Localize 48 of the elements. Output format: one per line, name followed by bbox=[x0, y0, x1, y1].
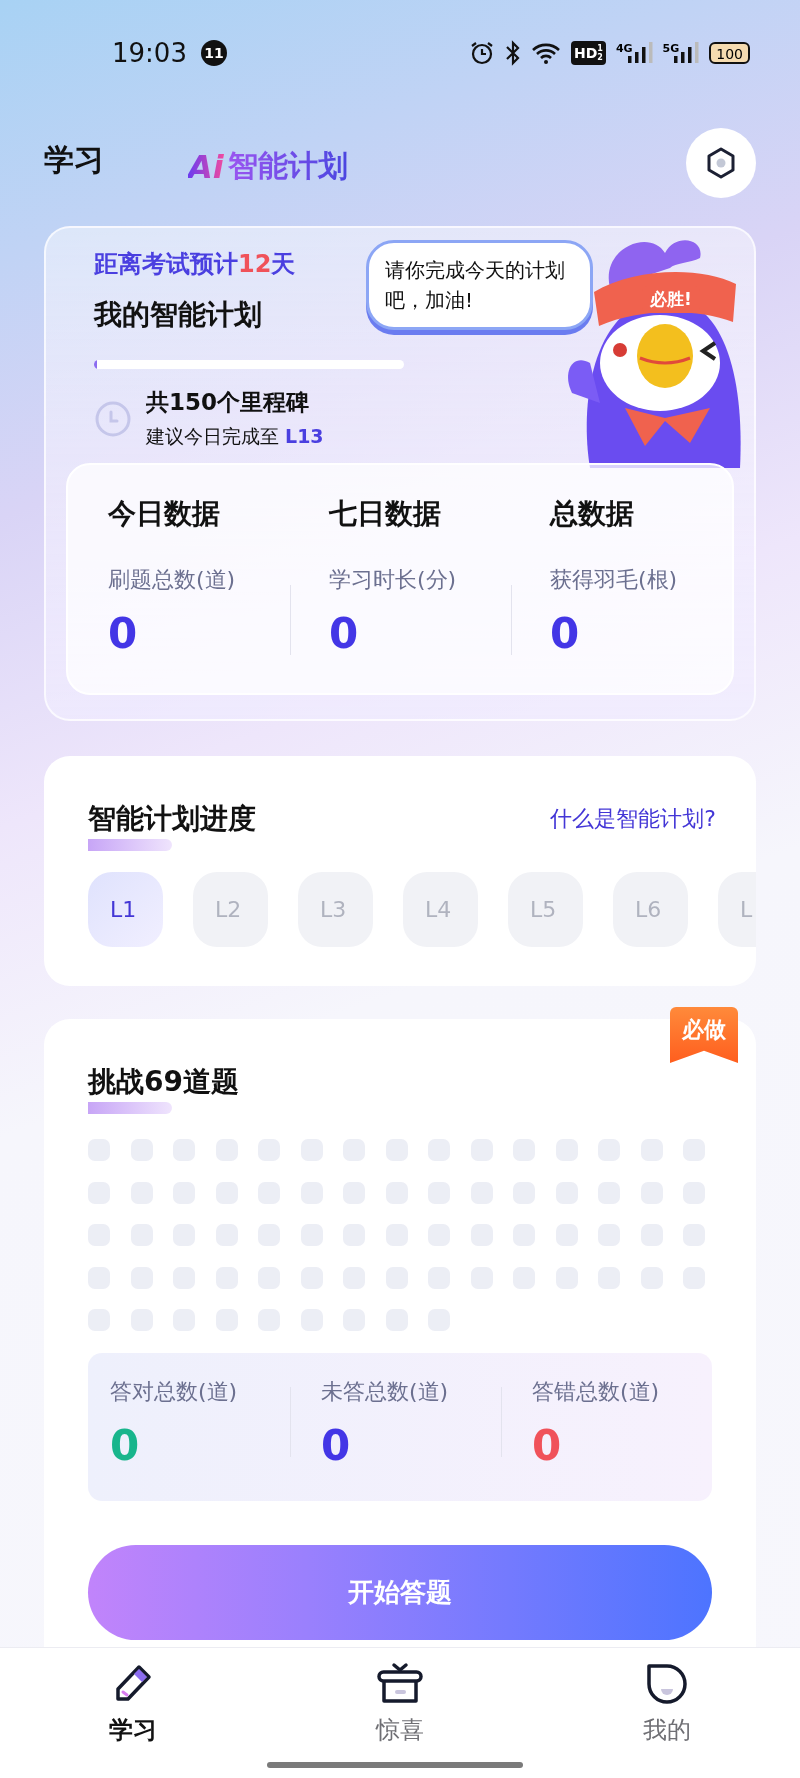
page-title: 学习 bbox=[44, 141, 104, 179]
summary-label: 答错总数(道) bbox=[531, 1378, 661, 1406]
nav-tab[interactable]: 惊喜 bbox=[267, 1662, 533, 1758]
stat-title: 今日数据 bbox=[108, 496, 221, 532]
notification-badge: 11 bbox=[200, 40, 227, 66]
start-button[interactable]: 开始答题 bbox=[88, 1545, 712, 1640]
required-ribbon: 必做 bbox=[670, 1007, 738, 1063]
stat-title: 总数据 bbox=[549, 496, 635, 532]
summary-value: 0 bbox=[110, 1421, 141, 1470]
summary-value: 0 bbox=[321, 1421, 352, 1470]
stat-value: 0 bbox=[549, 609, 581, 658]
summary-value: 0 bbox=[531, 1421, 563, 1470]
section-title: 挑战69道题 bbox=[88, 1065, 239, 1098]
plan-title: 我的智能计划 bbox=[94, 297, 262, 333]
hd-bottom-digit: 2 bbox=[597, 53, 603, 62]
stat-title: 七日数据 bbox=[328, 496, 442, 532]
stat-value: 0 bbox=[108, 609, 139, 658]
battery-indicator: 100 bbox=[709, 42, 750, 64]
level-tile[interactable]: L bbox=[718, 872, 756, 947]
stat-label: 学习时长(分) bbox=[328, 566, 458, 594]
clock-icon bbox=[94, 399, 132, 438]
hd-top-digit: 1 bbox=[597, 44, 603, 53]
level-tile[interactable]: L5 bbox=[508, 872, 583, 947]
stat-label: 获得羽毛(根) bbox=[549, 566, 679, 594]
level-tile[interactable]: L2 bbox=[193, 872, 268, 947]
exam-countdown: 距离考试预计12天 bbox=[94, 249, 296, 280]
wifi-icon bbox=[530, 41, 561, 65]
nav-tab[interactable]: 学习 bbox=[0, 1662, 266, 1758]
nav-tab[interactable]: 我的 bbox=[534, 1662, 800, 1758]
summary-label: 答对总数(道) bbox=[110, 1378, 239, 1406]
stat-value: 0 bbox=[328, 609, 360, 658]
level-tile[interactable]: L1 bbox=[88, 872, 163, 947]
profile-icon bbox=[645, 1662, 689, 1706]
milestone-count: 共150个里程碑 bbox=[146, 388, 310, 417]
section-title: 智能计划进度 bbox=[88, 802, 256, 835]
network-label: 4G bbox=[615, 42, 633, 55]
hd-label: HD bbox=[573, 45, 598, 61]
daily-suggestion: 建议今日完成至 L13 bbox=[146, 424, 324, 449]
stat-label: 刷题总数(道) bbox=[108, 566, 237, 594]
network-label: 5G bbox=[662, 42, 680, 55]
gift-box-icon bbox=[376, 1662, 424, 1706]
help-link[interactable]: 什么是智能计划? bbox=[550, 804, 716, 834]
status-time: 19:03 bbox=[112, 38, 187, 68]
level-tile[interactable]: L3 bbox=[298, 872, 373, 947]
bluetooth-icon bbox=[504, 40, 521, 66]
level-tile[interactable]: L4 bbox=[403, 872, 478, 947]
level-tile[interactable]: L6 bbox=[613, 872, 688, 947]
summary-label: 未答总数(道) bbox=[321, 1378, 450, 1406]
